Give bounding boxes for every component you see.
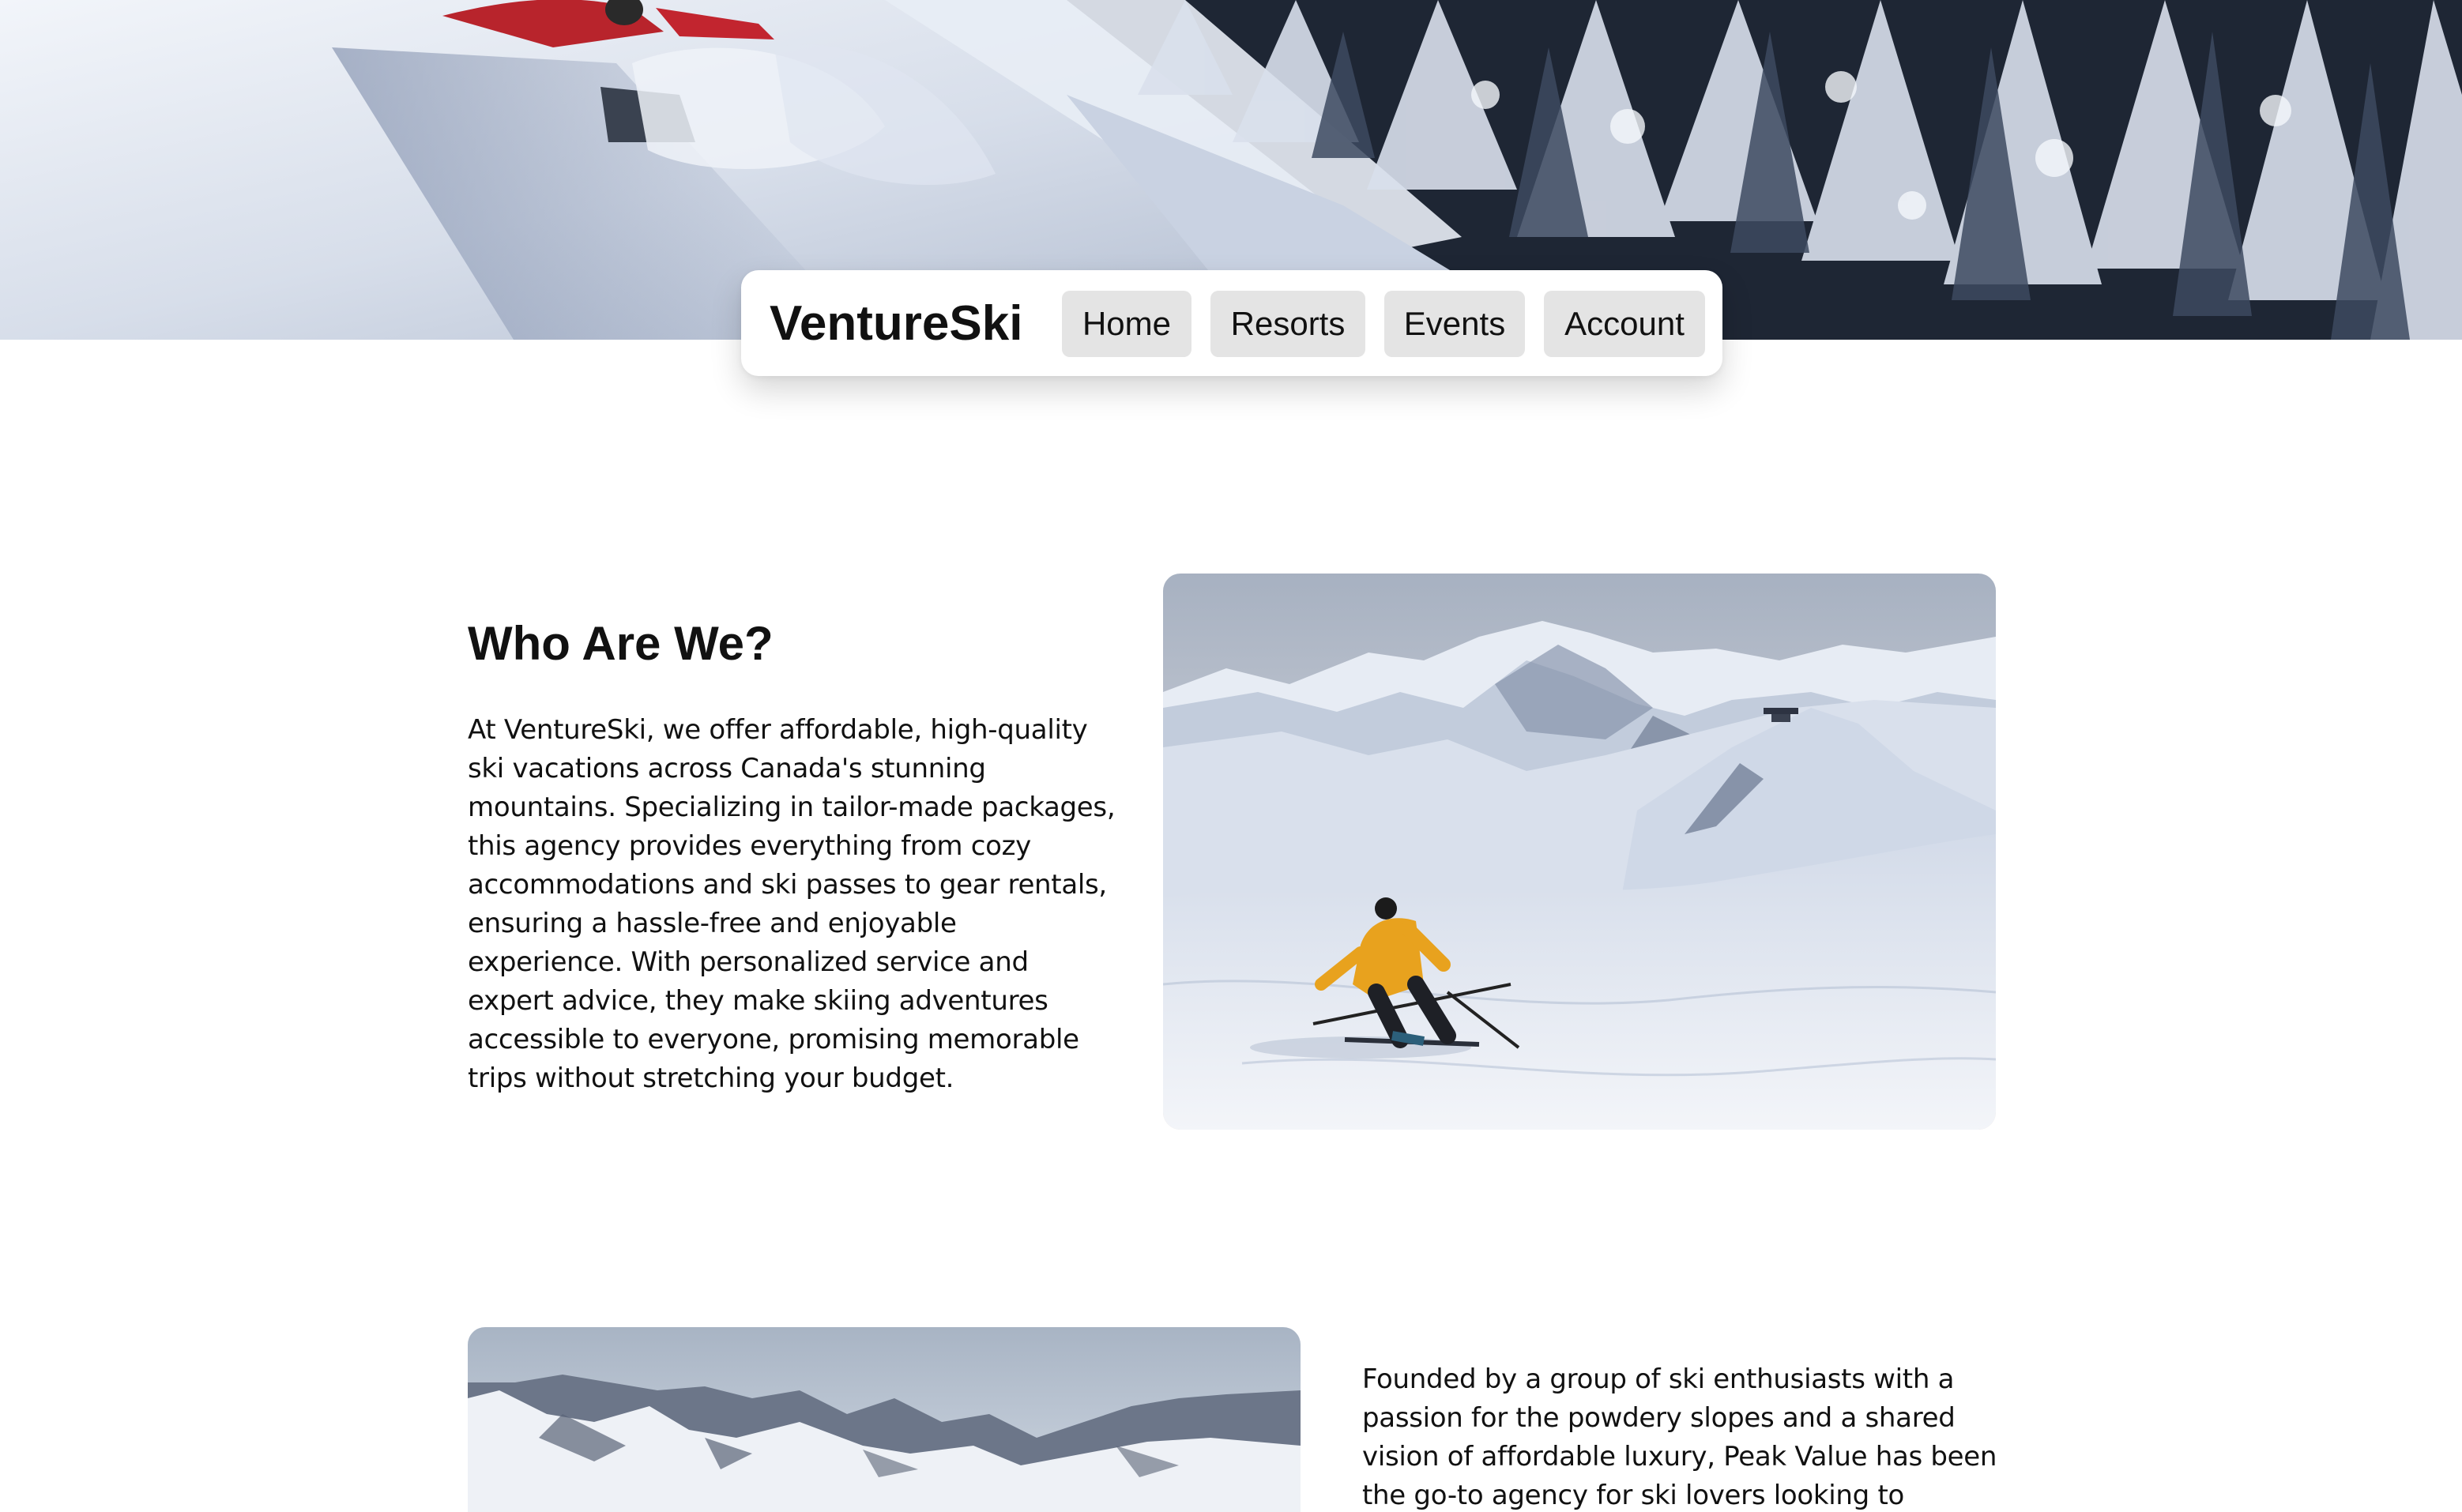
nav-events-button[interactable]: Events	[1384, 291, 1525, 357]
about-heading: Who Are We?	[468, 617, 774, 670]
nav-resorts-button[interactable]: Resorts	[1210, 291, 1365, 357]
nav-home-button[interactable]: Home	[1062, 291, 1191, 357]
main-navigation: VentureSki Home Resorts Events Account	[741, 270, 1722, 376]
nav-account-button[interactable]: Account	[1544, 291, 1705, 357]
skier-photo	[1163, 574, 1996, 1130]
history-description: Founded by a group of ski enthusiasts wi…	[1362, 1363, 1997, 1511]
mountain-range-photo	[468, 1327, 1301, 1512]
page: VentureSki Home Resorts Events Account W…	[0, 0, 2462, 1512]
about-description: At VentureSki, we offer affordable, high…	[468, 714, 1116, 1094]
brand-logo-text[interactable]: VentureSki	[770, 294, 1022, 354]
